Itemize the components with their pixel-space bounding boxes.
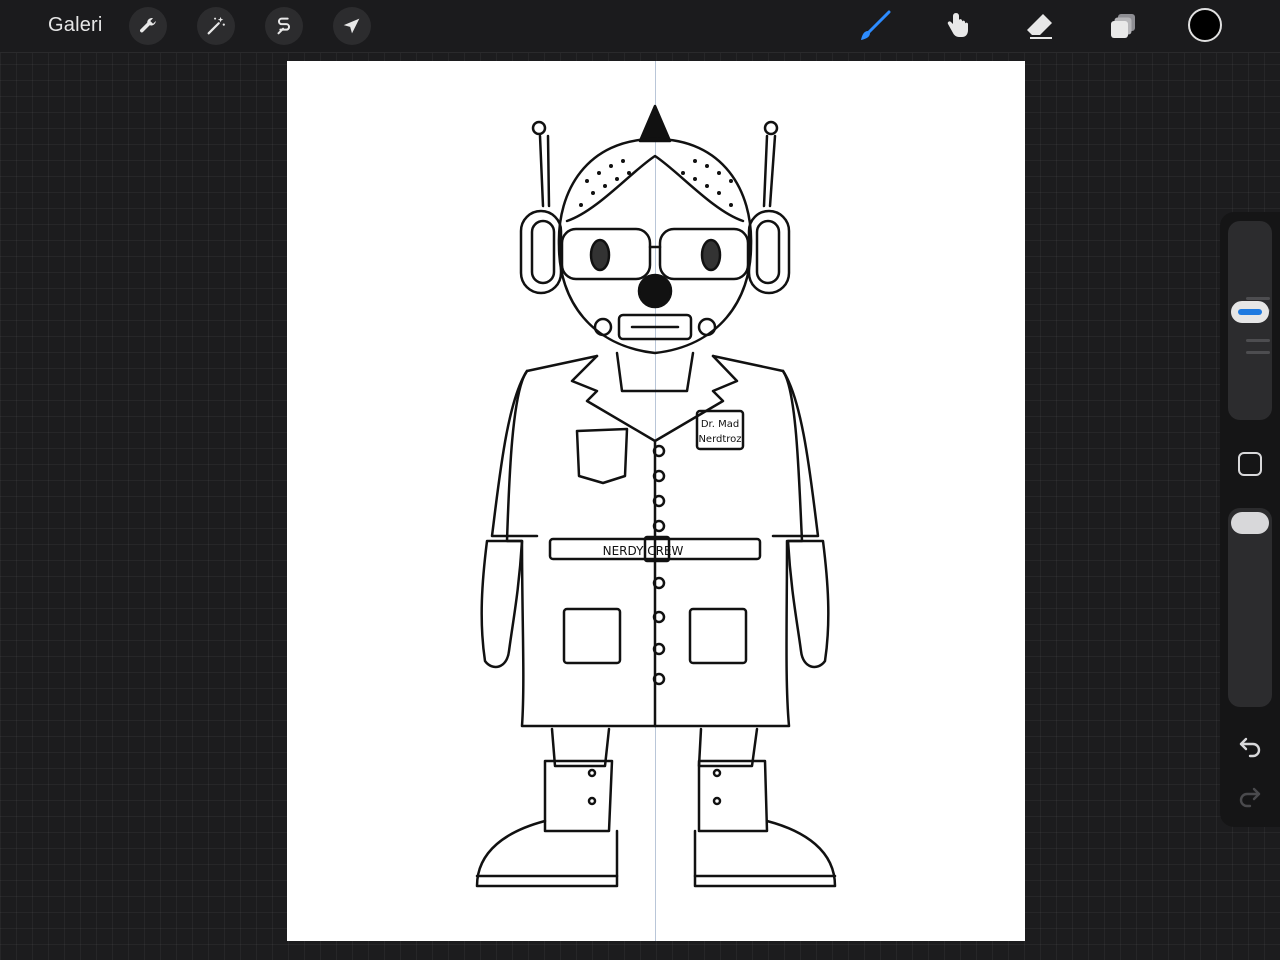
modify-button[interactable] xyxy=(1236,450,1264,478)
magic-wand-icon xyxy=(207,16,225,35)
name-tag-line1: Dr. Mad xyxy=(701,419,739,430)
selection-button[interactable] xyxy=(265,7,303,45)
slider-tick xyxy=(1246,351,1270,354)
undo-icon xyxy=(1239,737,1261,758)
move-arrow-icon xyxy=(343,18,360,34)
redo-icon xyxy=(1239,787,1261,808)
adjustments-button[interactable] xyxy=(197,7,235,45)
brush-opacity-thumb[interactable] xyxy=(1231,512,1269,534)
side-toolbar xyxy=(1220,212,1280,827)
actions-button[interactable] xyxy=(129,7,167,45)
brush-tool-button[interactable] xyxy=(857,8,893,44)
slider-tick xyxy=(1246,297,1270,300)
smudge-icon xyxy=(947,13,968,37)
artwork-illustration: Dr. Mad Nerdtroz NERDY CREW xyxy=(475,104,837,888)
smudge-tool-button[interactable] xyxy=(939,8,975,44)
gallery-button[interactable]: Galeri xyxy=(48,13,103,37)
brush-size-thumb[interactable] xyxy=(1231,300,1269,323)
brush-opacity-slider[interactable] xyxy=(1228,508,1272,707)
name-tag-line2: Nerdtroz xyxy=(698,434,741,445)
eraser-tool-button[interactable] xyxy=(1022,8,1058,44)
drawing-canvas[interactable]: Dr. Mad Nerdtroz NERDY CREW xyxy=(287,61,1025,941)
wrench-icon xyxy=(140,18,156,33)
eraser-icon xyxy=(1027,14,1052,39)
brush-icon xyxy=(861,10,891,40)
layers-button[interactable] xyxy=(1105,8,1141,44)
layers-icon xyxy=(1111,14,1135,38)
slider-tick xyxy=(1246,339,1270,342)
redo-button[interactable] xyxy=(1236,782,1264,810)
undo-button[interactable] xyxy=(1236,732,1264,760)
modify-square-icon xyxy=(1238,452,1262,476)
color-picker-button[interactable] xyxy=(1188,8,1222,42)
selection-icon xyxy=(277,17,290,35)
transform-button[interactable] xyxy=(333,7,371,45)
belt-text: NERDY CREW xyxy=(603,544,684,558)
top-toolbar: Galeri xyxy=(0,0,1280,53)
